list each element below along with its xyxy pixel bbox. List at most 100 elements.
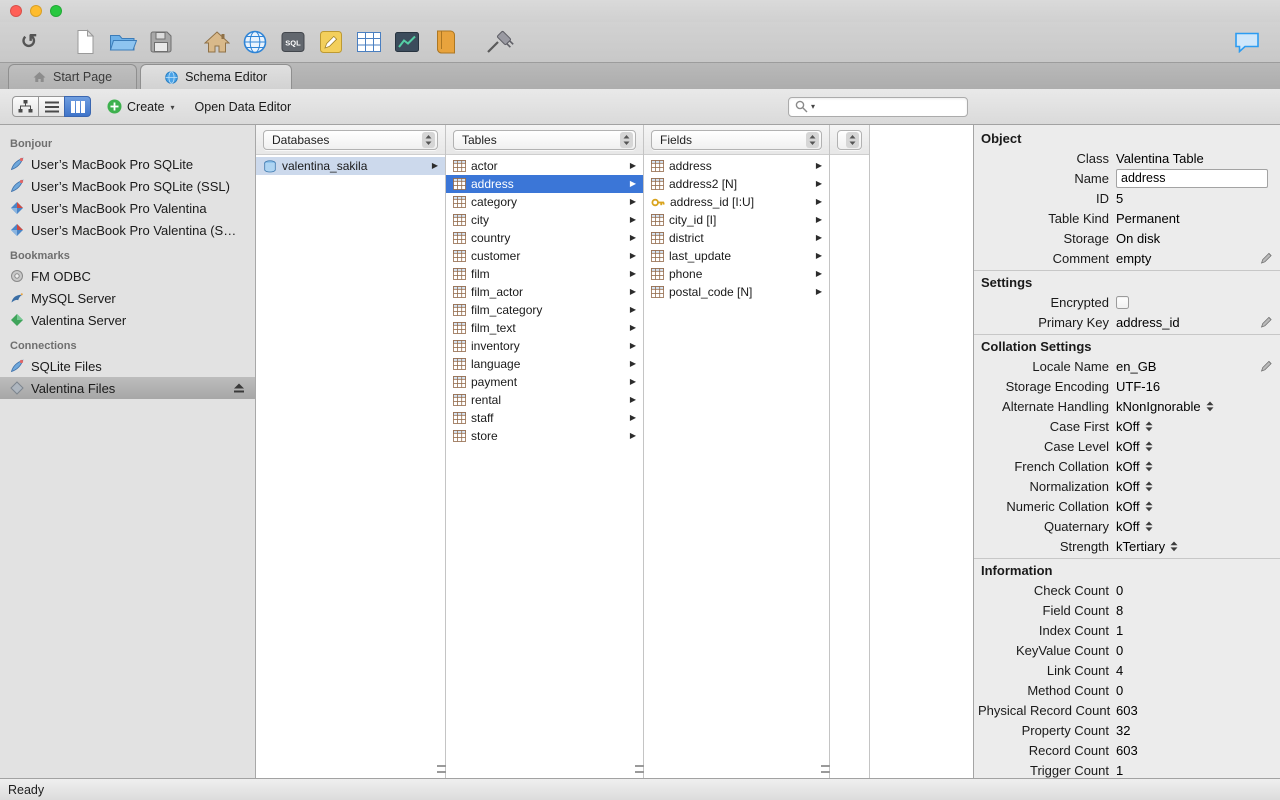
list-item[interactable]: inventory ▶ xyxy=(446,337,643,355)
stepper-icon[interactable] xyxy=(1145,501,1153,512)
list-item[interactable]: city_id [I] ▶ xyxy=(644,211,829,229)
list-item[interactable]: film ▶ xyxy=(446,265,643,283)
disclosure-arrow-icon: ▶ xyxy=(815,287,822,296)
name-field[interactable] xyxy=(1116,168,1268,188)
sidebar-item[interactable]: FM ODBC xyxy=(0,265,255,287)
undo-button[interactable]: ↺ xyxy=(12,25,46,59)
list-item[interactable]: film_actor ▶ xyxy=(446,283,643,301)
stepper-icon[interactable] xyxy=(1145,441,1153,452)
list-item[interactable]: valentina_sakila ▶ xyxy=(256,157,445,175)
create-button[interactable]: Create ▾ xyxy=(107,99,175,114)
stepper-icon[interactable] xyxy=(1206,401,1214,412)
web-button[interactable] xyxy=(238,25,272,59)
save-button[interactable] xyxy=(144,25,178,59)
stepper-icon[interactable] xyxy=(1145,521,1153,532)
stepper-icon[interactable] xyxy=(1145,461,1153,472)
list-item[interactable]: city ▶ xyxy=(446,211,643,229)
list-item[interactable]: staff ▶ xyxy=(446,409,643,427)
column-resize-grip[interactable] xyxy=(635,765,644,773)
list-item[interactable]: address ▶ xyxy=(446,175,643,193)
search-options-chevron-icon[interactable]: ▾ xyxy=(811,102,815,111)
sidebar-item[interactable]: Valentina Server xyxy=(0,309,255,331)
stepper-icon[interactable] xyxy=(1170,541,1178,552)
table-button[interactable] xyxy=(352,25,386,59)
valentina-icon xyxy=(10,223,24,237)
edit-pencil-icon[interactable] xyxy=(1260,360,1273,373)
list-item[interactable]: customer ▶ xyxy=(446,247,643,265)
report-button[interactable] xyxy=(390,25,424,59)
list-item[interactable]: language ▶ xyxy=(446,355,643,373)
list-item[interactable]: district ▶ xyxy=(644,229,829,247)
inspector-row-value: 0 xyxy=(1116,683,1270,698)
tab-start-page[interactable]: Start Page xyxy=(8,64,138,89)
list-item[interactable]: postal_code [N] ▶ xyxy=(644,283,829,301)
view-tree-icon xyxy=(18,100,33,113)
inspector-row-value: kOff xyxy=(1116,479,1270,494)
disclosure-arrow-icon: ▶ xyxy=(431,161,438,170)
inspector-row-value: address_id xyxy=(1116,315,1270,330)
inspector-row-label: ID xyxy=(1096,190,1109,206)
list-item[interactable]: store ▶ xyxy=(446,427,643,445)
schema-diagram-button[interactable] xyxy=(314,25,348,59)
column-resize-grip[interactable] xyxy=(437,765,446,773)
list-item[interactable]: actor ▶ xyxy=(446,157,643,175)
list-item[interactable]: payment ▶ xyxy=(446,373,643,391)
list-item[interactable]: film_category ▶ xyxy=(446,301,643,319)
stepper-icon[interactable] xyxy=(1145,421,1153,432)
sidebar-item[interactable]: MySQL Server xyxy=(0,287,255,309)
sidebar-item[interactable]: SQLite Files xyxy=(0,355,255,377)
zoom-window-button[interactable] xyxy=(50,5,62,17)
new-document-button[interactable] xyxy=(68,25,102,59)
tab-schema-editor[interactable]: Schema Editor xyxy=(140,64,293,89)
list-item[interactable]: film_text ▶ xyxy=(446,319,643,337)
inspector-value-text: 0 xyxy=(1116,582,1124,598)
sql-editor-button[interactable]: SQL xyxy=(276,25,310,59)
table-icon xyxy=(453,232,466,244)
eject-icon[interactable] xyxy=(233,383,245,394)
open-data-editor-button[interactable]: Open Data Editor xyxy=(195,100,292,114)
inspector-row-label: Encrypted xyxy=(1050,294,1109,310)
sidebar-item[interactable]: User’s MacBook Pro Valentina xyxy=(0,197,255,219)
list-item[interactable]: last_update ▶ xyxy=(644,247,829,265)
view-tree-button[interactable] xyxy=(12,96,39,117)
inspector-row: Strength kTertiary xyxy=(978,536,1276,556)
column-scope-popup[interactable]: Tables xyxy=(453,129,636,150)
connection-button[interactable] xyxy=(484,25,518,59)
list-item[interactable]: category ▶ xyxy=(446,193,643,211)
view-list-button[interactable] xyxy=(38,96,65,117)
inspector-row-value: 4 xyxy=(1116,663,1270,678)
inspector-row-label: Quaternary xyxy=(1043,518,1109,534)
edit-pencil-icon[interactable] xyxy=(1260,252,1273,265)
close-window-button[interactable] xyxy=(10,5,22,17)
sidebar-item[interactable]: User’s MacBook Pro SQLite (SSL) xyxy=(0,175,255,197)
field-icon xyxy=(651,214,664,226)
stepper-icon[interactable] xyxy=(1145,481,1153,492)
search-field[interactable]: ▾ xyxy=(788,96,968,117)
sidebar-item[interactable]: Valentina Files xyxy=(0,377,255,399)
column-scope-popup[interactable] xyxy=(837,129,862,150)
titlebar[interactable] xyxy=(0,0,1280,22)
home-button[interactable] xyxy=(200,25,234,59)
sidebar-item[interactable]: User’s MacBook Pro Valentina (S… xyxy=(0,219,255,241)
column-header: Databases xyxy=(256,125,445,155)
open-button[interactable] xyxy=(106,25,140,59)
list-item[interactable]: address2 [N] ▶ xyxy=(644,175,829,193)
minimize-window-button[interactable] xyxy=(30,5,42,17)
encrypted-checkbox[interactable] xyxy=(1116,295,1129,309)
book-button[interactable] xyxy=(428,25,462,59)
list-item[interactable]: phone ▶ xyxy=(644,265,829,283)
sidebar-item[interactable]: User’s MacBook Pro SQLite xyxy=(0,153,255,175)
list-item[interactable]: country ▶ xyxy=(446,229,643,247)
list-item[interactable]: rental ▶ xyxy=(446,391,643,409)
start-page-tab-icon xyxy=(33,71,46,83)
column-scope-popup[interactable]: Fields xyxy=(651,129,822,150)
browser-column: Databases valentina_sakila ▶ xyxy=(256,125,446,778)
view-columns-button[interactable] xyxy=(64,96,91,117)
column-resize-grip[interactable] xyxy=(821,765,830,773)
list-item[interactable]: address ▶ xyxy=(644,157,829,175)
edit-pencil-icon[interactable] xyxy=(1260,316,1273,329)
list-item[interactable]: address_id [I:U] ▶ xyxy=(644,193,829,211)
column-scope-popup[interactable]: Databases xyxy=(263,129,438,150)
chat-button[interactable] xyxy=(1230,25,1264,59)
schema-diagram-icon xyxy=(318,29,344,55)
